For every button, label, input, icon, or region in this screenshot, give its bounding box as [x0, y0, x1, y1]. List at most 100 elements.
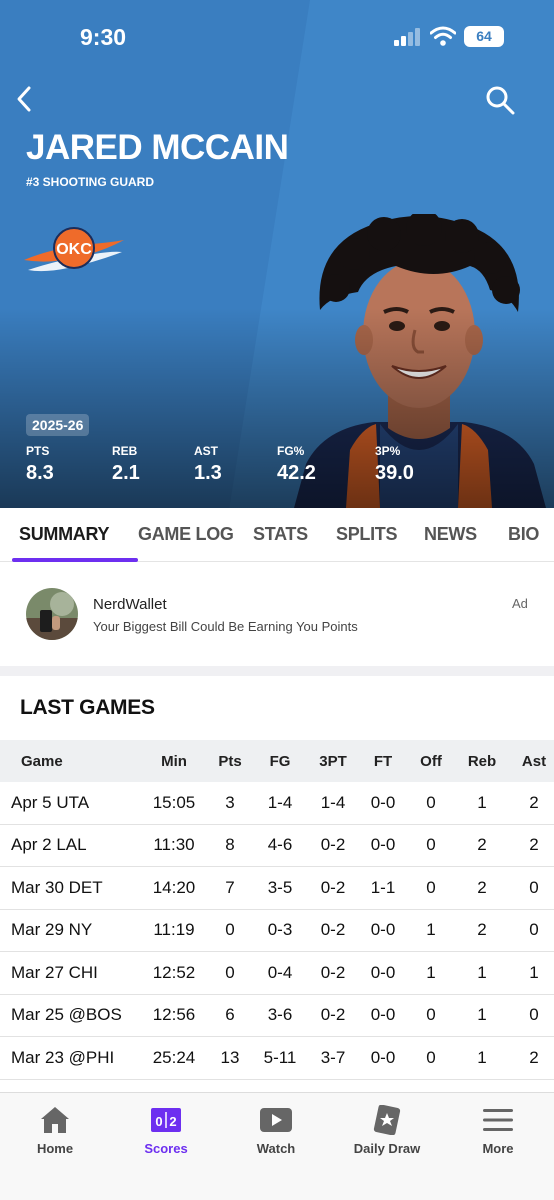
table-row[interactable]: Mar 29 NY 11:19 0 0-3 0-2 0-0 1 2 0: [0, 909, 554, 952]
cell-ast: 0: [529, 920, 539, 940]
player-name: JARED MCCAIN: [26, 128, 289, 167]
advertiser-avatar: [26, 588, 78, 640]
cell-ast: 2: [529, 835, 539, 855]
nav-more[interactable]: More: [458, 1093, 538, 1200]
nav-watch[interactable]: Watch: [236, 1093, 316, 1200]
col-header-game: Game: [21, 752, 63, 770]
cell-3pt: 1-4: [320, 792, 346, 812]
cell-min: 25:24: [152, 1047, 196, 1067]
stat-label: AST: [194, 444, 218, 458]
table-row[interactable]: Apr 5 UTA 15:05 3 1-4 1-4 0-0 0 1 2: [0, 782, 554, 825]
cell-ft: 0-0: [370, 920, 396, 940]
cell-reb: 1: [477, 962, 487, 982]
cell-off: 0: [426, 1005, 436, 1025]
svg-text:0: 0: [155, 1114, 162, 1129]
team-logo: OKC: [24, 227, 124, 272]
cell-game: Mar 25 @BOS: [11, 1005, 122, 1025]
nav-label: More: [482, 1141, 514, 1156]
nav-daily-draw[interactable]: Daily Draw: [342, 1093, 432, 1200]
tab-bio[interactable]: BIO: [508, 524, 539, 545]
col-header-reb: Reb: [467, 752, 497, 770]
cell-pts: 6: [225, 1005, 235, 1025]
nav-label: Home: [36, 1141, 74, 1156]
col-header-fg: FG: [269, 752, 291, 770]
home-icon: [41, 1107, 69, 1133]
table-header: Game Min Pts FG 3PT FT Off Reb Ast: [0, 740, 554, 782]
cell-fg: 0-3: [267, 920, 293, 940]
status-time: 9:30: [80, 24, 127, 50]
table-row[interactable]: Apr 2 LAL 11:30 8 4-6 0-2 0-0 0 2 2: [0, 824, 554, 867]
stat-pts: PTS 8.3: [26, 444, 54, 485]
cell-ft: 0-0: [370, 792, 396, 812]
cell-fg: 4-6: [267, 835, 293, 855]
stat-3p-pct: 3P% 39.0: [375, 444, 414, 485]
cell-pts: 0: [225, 962, 235, 982]
stat-value: 2.1: [112, 462, 140, 484]
tab-summary[interactable]: SUMMARY: [19, 524, 110, 545]
search-button[interactable]: [484, 84, 516, 116]
col-header-off: Off: [420, 752, 442, 770]
cell-game: Apr 2 LAL: [11, 835, 87, 855]
cell-game: Apr 5 UTA: [11, 792, 90, 812]
cell-ft: 0-0: [370, 835, 396, 855]
tab-stats[interactable]: STATS: [253, 524, 308, 545]
col-header-ast: Ast: [521, 752, 547, 770]
nav-scores[interactable]: 0 2 Scores: [126, 1093, 206, 1200]
cell-ast: 0: [529, 1005, 539, 1025]
tab-news[interactable]: NEWS: [424, 524, 477, 545]
team-logo-text: OKC: [56, 241, 92, 258]
cell-min: 11:19: [153, 920, 195, 940]
cell-reb: 1: [477, 1005, 487, 1025]
col-header-min: Min: [161, 752, 187, 770]
cell-pts: 13: [220, 1047, 240, 1067]
cell-fg: 3-5: [267, 877, 293, 897]
cell-off: 0: [426, 792, 436, 812]
table-row[interactable]: Mar 30 DET 14:20 7 3-5 0-2 1-1 0 2 0: [0, 867, 554, 910]
cell-off: 0: [426, 877, 436, 897]
cell-off: 0: [426, 1047, 436, 1067]
cell-pts: 8: [225, 835, 235, 855]
cell-game: Mar 27 CHI: [11, 962, 98, 982]
stat-label: 3P%: [375, 444, 401, 458]
cell-3pt: 3-7: [320, 1047, 346, 1067]
section-divider: [0, 666, 554, 676]
cell-game: Mar 23 @PHI: [11, 1047, 115, 1067]
tab-game-log[interactable]: GAME LOG: [138, 524, 234, 545]
stat-value: 39.0: [375, 462, 414, 484]
more-icon: [483, 1109, 513, 1131]
cell-pts: 7: [225, 877, 235, 897]
nav-home[interactable]: Home: [15, 1093, 95, 1200]
wifi-icon: [430, 26, 456, 46]
cell-ast: 0: [529, 877, 539, 897]
player-position: #3 SHOOTING GUARD: [26, 175, 155, 189]
stat-value: 1.3: [194, 462, 222, 484]
last-games-title: LAST GAMES: [20, 696, 155, 719]
back-button[interactable]: [12, 84, 36, 114]
cell-min: 11:30: [153, 835, 195, 855]
cell-reb: 2: [477, 877, 487, 897]
cell-fg: 1-4: [267, 792, 293, 812]
cell-ast: 2: [529, 1047, 539, 1067]
cell-game: Mar 30 DET: [11, 877, 103, 897]
cellular-signal-icon: [394, 28, 422, 46]
stat-value: 42.2: [277, 462, 316, 484]
profile-tabs: SUMMARY GAME LOG STATS SPLITS NEWS BIO: [0, 508, 554, 562]
status-bar: 9:30 64: [0, 0, 554, 74]
cell-min: 15:05: [152, 792, 196, 812]
cell-ft: 0-0: [370, 1047, 396, 1067]
table-row[interactable]: Mar 25 @BOS 12:56 6 3-6 0-2 0-0 0 1 0: [0, 994, 554, 1037]
last-games-table: Game Min Pts FG 3PT FT Off Reb Ast Apr 5…: [0, 740, 554, 1080]
cell-reb: 2: [477, 835, 487, 855]
sponsored-ad[interactable]: NerdWallet Your Biggest Bill Could Be Ea…: [0, 563, 554, 667]
cell-off: 1: [426, 920, 436, 940]
player-hero: 9:30 64 JARED MCCAIN #3 SHOOTING GUARD O…: [0, 0, 554, 508]
ad-text: Your Biggest Bill Could Be Earning You P…: [93, 619, 358, 634]
cell-3pt: 0-2: [320, 962, 346, 982]
tab-splits[interactable]: SPLITS: [336, 524, 398, 545]
cell-pts: 3: [225, 792, 235, 812]
table-row[interactable]: Mar 23 @PHI 25:24 13 5-11 3-7 0-0 0 1 2: [0, 1037, 554, 1080]
cell-off: 1: [426, 962, 436, 982]
cell-reb: 1: [477, 792, 487, 812]
cell-ast: 1: [529, 962, 539, 982]
table-row[interactable]: Mar 27 CHI 12:52 0 0-4 0-2 0-0 1 1 1: [0, 952, 554, 995]
